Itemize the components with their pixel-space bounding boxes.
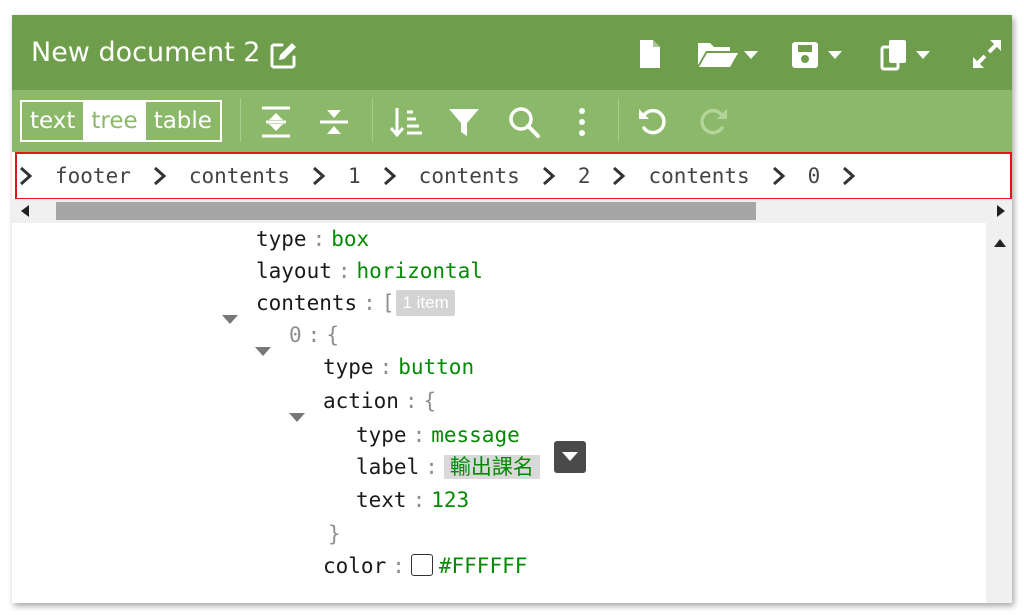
colon: : — [312, 227, 326, 251]
tree-node[interactable]: action:{ — [323, 385, 436, 417]
mode-tree[interactable]: tree — [83, 102, 146, 140]
node-value[interactable]: 123 — [431, 488, 469, 512]
tree-node[interactable]: type: button — [323, 351, 474, 383]
breadcrumb-item[interactable]: 1 — [330, 164, 379, 188]
breadcrumb-item[interactable]: 2 — [560, 164, 609, 188]
redo-icon[interactable] — [694, 104, 730, 140]
tree-node[interactable]: text:123 — [356, 484, 469, 516]
open-brace: { — [423, 389, 437, 413]
chevron-right-icon — [843, 166, 856, 186]
more-options-icon[interactable] — [564, 104, 600, 140]
edit-title-icon[interactable] — [268, 39, 300, 71]
node-value[interactable]: box — [331, 227, 369, 251]
horizontal-scrollbar[interactable] — [12, 199, 1012, 223]
tree-node[interactable]: layout: horizontal — [256, 255, 483, 287]
tree-node-close: } — [328, 518, 341, 550]
node-key[interactable]: color — [323, 554, 386, 578]
breadcrumb-item[interactable]: contents — [171, 164, 308, 188]
breadcrumb: footer contents 1 contents 2 contents 0 — [15, 152, 1012, 200]
toolbar-divider — [372, 98, 373, 142]
colon: : — [412, 488, 426, 512]
node-key[interactable]: type — [256, 227, 307, 251]
mode-switcher: text tree table — [20, 100, 222, 142]
document-title: New document 2 — [31, 37, 261, 68]
scrollbar-thumb[interactable] — [56, 202, 756, 220]
tree-node-selected[interactable]: label: 輸出課名 — [356, 451, 540, 483]
colon: : — [425, 455, 438, 479]
chevron-right-icon — [772, 166, 785, 186]
sort-icon[interactable] — [388, 104, 424, 140]
node-key[interactable]: contents — [256, 291, 357, 315]
node-key[interactable]: action — [323, 389, 399, 413]
breadcrumb-track: footer contents 1 contents 2 contents 0 — [17, 154, 860, 198]
item-count-badge: 1 item — [396, 290, 455, 316]
colon: : — [363, 291, 376, 315]
open-folder-icon[interactable] — [696, 37, 760, 71]
scroll-right-icon[interactable] — [997, 205, 1005, 217]
context-menu-button[interactable] — [554, 441, 586, 473]
chevron-right-icon — [20, 166, 33, 186]
tree-node[interactable]: type: box — [256, 223, 369, 255]
chevron-right-icon — [153, 166, 167, 186]
tree-view: type: box layout: horizontal contents:[1 i… — [12, 223, 986, 603]
breadcrumb-item[interactable]: contents — [630, 164, 767, 188]
collapse-all-icon[interactable] — [316, 104, 352, 140]
node-index: 0 — [289, 323, 302, 347]
close-brace: } — [328, 522, 341, 546]
tree-node[interactable]: color: #FFFFFF — [323, 550, 527, 582]
node-value[interactable]: button — [398, 355, 474, 379]
colon: : — [392, 554, 405, 578]
node-value-editing[interactable]: 輸出課名 — [443, 455, 540, 479]
node-key[interactable]: type — [356, 423, 407, 447]
tree-node[interactable]: contents:[1 item — [256, 287, 455, 319]
tree-node[interactable]: 0:{ — [289, 319, 339, 351]
chevron-right-icon — [383, 166, 396, 186]
node-value[interactable]: message — [431, 423, 520, 447]
chevron-right-icon — [542, 166, 556, 186]
colon: : — [307, 323, 321, 347]
chevron-right-icon — [613, 166, 626, 186]
toolbar-divider — [618, 98, 619, 142]
open-brace: { — [326, 323, 339, 347]
copy-icon[interactable] — [880, 37, 936, 71]
expand-all-icon[interactable] — [258, 104, 294, 140]
mode-text[interactable]: text — [22, 102, 83, 140]
colon: : — [337, 259, 351, 283]
open-bracket: [ — [381, 291, 395, 315]
search-icon[interactable] — [506, 104, 542, 140]
new-document-icon[interactable] — [638, 37, 662, 71]
scroll-up-icon[interactable] — [994, 239, 1006, 247]
color-swatch[interactable] — [410, 554, 433, 576]
editor-window: New document 2 text tree table footer co… — [12, 15, 1012, 603]
tree-node[interactable]: type: message — [356, 419, 520, 451]
vertical-scrollbar[interactable] — [986, 223, 1012, 603]
filter-icon[interactable] — [446, 104, 482, 140]
title-bar: New document 2 — [12, 15, 1012, 90]
scroll-left-icon[interactable] — [21, 205, 29, 217]
toolbar-divider — [240, 98, 241, 142]
node-value[interactable]: horizontal — [357, 259, 483, 283]
undo-icon[interactable] — [636, 104, 672, 140]
node-key[interactable]: text — [356, 488, 407, 512]
breadcrumb-item[interactable]: footer — [37, 164, 149, 188]
mode-table[interactable]: table — [146, 102, 220, 140]
save-icon[interactable] — [790, 37, 846, 71]
node-key[interactable]: layout — [256, 259, 332, 283]
collapse-caret-icon[interactable] — [255, 347, 271, 356]
expand-window-icon[interactable] — [970, 37, 1004, 71]
breadcrumb-item[interactable]: contents — [401, 164, 538, 188]
colon: : — [379, 355, 393, 379]
chevron-right-icon — [313, 166, 326, 186]
toolbar: text tree table — [12, 90, 1012, 152]
node-value[interactable]: #FFFFFF — [439, 554, 528, 578]
colon: : — [404, 389, 418, 413]
collapse-caret-icon[interactable] — [289, 413, 305, 422]
node-key[interactable]: label — [356, 455, 419, 479]
collapse-caret-icon[interactable] — [222, 315, 238, 324]
breadcrumb-item[interactable]: 0 — [790, 164, 839, 188]
colon: : — [412, 423, 426, 447]
node-key[interactable]: type — [323, 355, 374, 379]
